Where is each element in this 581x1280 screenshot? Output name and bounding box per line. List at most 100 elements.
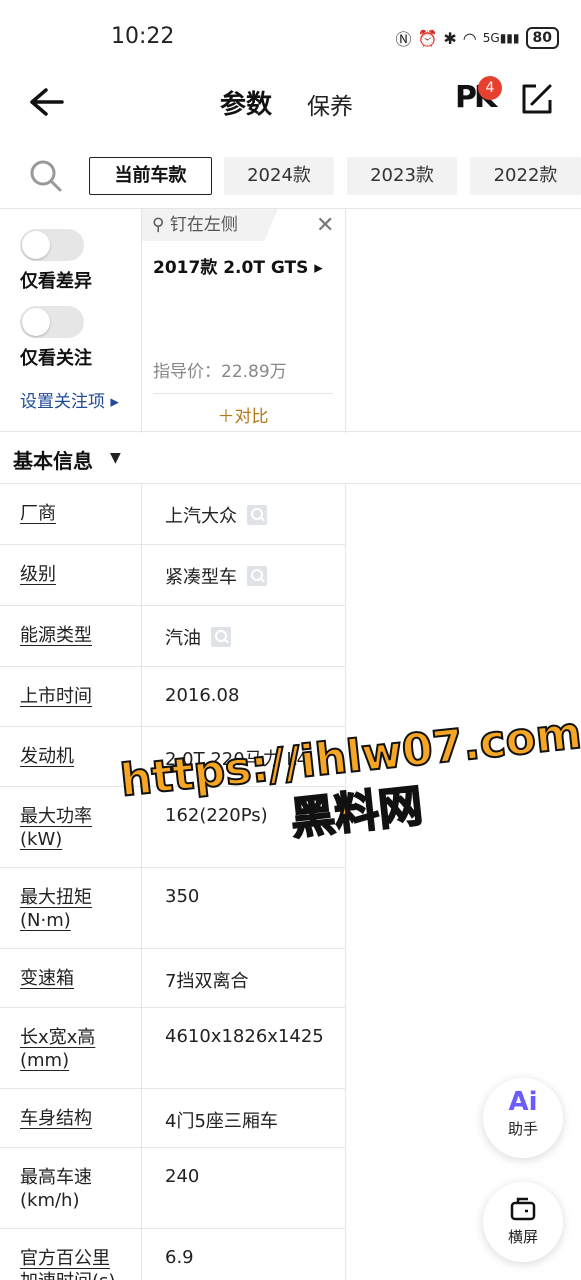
table-row: 发动机 2.0T 220马力 L4 [0,727,346,787]
ai-icon: Ai [508,1087,538,1117]
car-model-name[interactable]: 2017款 2.0T GTS ▸ [153,253,323,278]
table-row: 最高车速(km/h) 240 [0,1148,346,1229]
landscape-button[interactable]: 横屏 [483,1182,563,1262]
param-label[interactable]: 发动机 [0,727,142,786]
table-row: 车身结构 4门5座三厢车 [0,1089,346,1148]
close-icon[interactable]: ✕ [316,213,334,238]
back-arrow-icon[interactable] [26,84,66,120]
focus-only-toggle[interactable] [20,306,84,338]
signal-icon: 5G▮▮▮ [482,31,520,45]
param-value: 6.9 [165,1247,194,1268]
param-value: 4610x1826x1425 [165,1026,324,1047]
param-label-text: 上市时间 [20,686,92,707]
table-row: 长x宽x高(mm) 4610x1826x1425 [0,1008,346,1089]
ai-assistant-button[interactable]: Ai 助手 [483,1078,563,1158]
param-label-text: 发动机 [20,746,74,767]
bluetooth-icon: ✱ [443,28,457,48]
param-value: 2016.08 [165,685,240,706]
param-label-text: 厂商 [20,503,56,524]
search-icon[interactable] [28,158,64,194]
year-tab-2022[interactable]: 2022款 [470,157,581,195]
ai-assistant-label: 助手 [507,1120,538,1138]
param-value: 240 [165,1166,200,1187]
param-value: 2.0T 220马力 L4 [165,749,308,770]
focus-only-label: 仅看关注 [20,348,92,369]
search-icon[interactable] [247,505,267,525]
table-row: 上市时间 2016.08 [0,667,346,727]
table-row: 厂商 上汽大众 [0,484,346,545]
param-label[interactable]: 车身结构 [0,1089,142,1147]
search-icon[interactable] [247,566,267,586]
guide-price: 指导价：22.89万 [153,362,287,382]
section-basic-info[interactable]: 基本信息 ▼ [0,432,581,484]
param-value: 7挡双离合 [165,971,249,992]
param-label-text: 最大功率(kW) [20,806,92,850]
tab-params[interactable]: 参数 [220,84,273,123]
param-label[interactable]: 厂商 [0,484,142,544]
param-label-text: 变速箱 [20,968,74,989]
param-label[interactable]: 最大扭矩(N·m) [0,868,142,948]
status-icons: Ⓝ ⏰ ✱ ◠ 5G▮▮▮ 80 [395,26,559,50]
pin-icon: ⚲ [152,215,170,235]
pin-left-button[interactable]: ⚲ 钉在左侧 [142,209,278,241]
param-label-text: 最高车速(km/h) [20,1167,92,1211]
set-focus-link[interactable]: 设置关注项 ▸ [20,387,119,412]
rotate-screen-icon [510,1197,536,1221]
param-label-text: 官方百公里加速时间(s) [20,1248,115,1280]
top-header: 参数 保养 PK 4 [0,70,581,134]
battery-icon: 80 [525,27,559,49]
param-value: 上汽大众 [165,502,267,528]
table-row: 最大扭矩(N·m) 350 [0,868,346,949]
diff-only-toggle[interactable] [20,229,84,261]
param-value-text: 上汽大众 [165,506,237,527]
table-row: 官方百公里加速时间(s) 6.9 [0,1229,346,1280]
param-label-text: 能源类型 [20,625,92,646]
param-value-text: 汽油 [165,628,201,649]
wifi-icon: ◠ [462,28,477,48]
section-title: 基本信息 [13,449,93,473]
table-row: 能源类型 汽油 [0,606,346,667]
pk-count-badge: 4 [478,76,502,100]
status-bar: 10:22 Ⓝ ⏰ ✱ ◠ 5G▮▮▮ 80 [0,0,581,70]
status-time: 10:22 [111,24,175,49]
network-type: 5G [482,31,500,45]
table-row: 级别 紧凑型车 [0,545,346,606]
param-table: 厂商 上汽大众 级别 紧凑型车 能源类型 汽油 上市时间 2016.08 发动机… [0,484,346,1280]
nfc-icon: Ⓝ [395,30,412,49]
param-label[interactable]: 变速箱 [0,949,142,1007]
diff-only-label: 仅看差异 [20,271,92,292]
param-label[interactable]: 能源类型 [0,606,142,666]
year-tab-current[interactable]: 当前车款 [89,157,212,195]
param-label-text: 长x宽x高(mm) [20,1027,96,1071]
edit-share-icon[interactable] [520,82,554,116]
param-label-text: 最大扭矩(N·m) [20,887,92,931]
param-value: 4门5座三厢车 [165,1111,278,1132]
year-tab-2023[interactable]: 2023款 [347,157,457,195]
param-label[interactable]: 官方百公里加速时间(s) [0,1229,142,1280]
param-value: 162(220Ps) [165,805,268,826]
tab-params-label: 参数 [220,90,273,120]
car-card: ⚲ 钉在左侧 ✕ 2017款 2.0T GTS ▸ 指导价：22.89万 ＋对比 [142,209,346,433]
param-label[interactable]: 长x宽x高(mm) [0,1008,142,1088]
param-label-text: 车身结构 [20,1108,92,1129]
landscape-label: 横屏 [507,1228,538,1246]
year-tabs-bar: 当前车款 2024款 2023款 2022款 [0,152,581,200]
compare-header-block: 仅看差异 仅看关注 设置关注项 ▸ ⚲ 钉在左侧 ✕ 2017款 2.0T GT… [0,208,581,433]
param-label[interactable]: 最大功率(kW) [0,787,142,867]
param-value: 紧凑型车 [165,563,267,589]
table-row: 最大功率(kW) 162(220Ps) [0,787,346,868]
table-row: 变速箱 7挡双离合 [0,949,346,1008]
caret-down-icon: ▼ [110,450,121,466]
filter-column: 仅看差异 仅看关注 设置关注项 ▸ [0,209,142,433]
param-value-text: 紧凑型车 [165,567,237,588]
add-compare-button[interactable]: ＋对比 [153,393,333,427]
year-tab-2024[interactable]: 2024款 [224,157,334,195]
param-value: 汽油 [165,624,231,650]
alarm-icon: ⏰ [417,28,438,48]
tab-maintenance[interactable]: 保养 [307,87,353,121]
search-icon[interactable] [211,627,231,647]
pin-left-label: 钉在左侧 [169,215,238,235]
param-label[interactable]: 上市时间 [0,667,142,726]
param-value: 350 [165,886,200,907]
param-label[interactable]: 级别 [0,545,142,605]
